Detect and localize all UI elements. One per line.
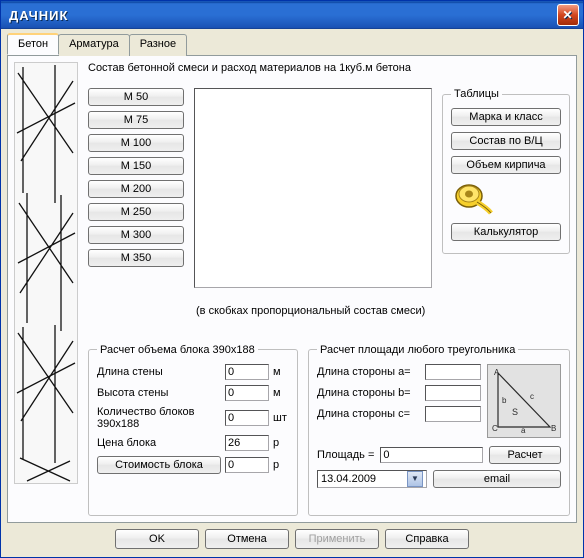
- ok-button[interactable]: OK: [115, 529, 199, 549]
- unit-rub: р: [273, 437, 289, 449]
- water-cement-button[interactable]: Состав по В/Ц: [451, 132, 561, 150]
- window-title: ДАЧНИК: [5, 8, 557, 23]
- wall-length-label: Длина стены: [97, 366, 221, 378]
- tabs: Бетон Арматура Разное: [7, 33, 577, 56]
- block-price-label: Цена блока: [97, 437, 221, 449]
- unit-m: м: [273, 366, 289, 378]
- svg-text:S: S: [512, 407, 518, 417]
- wall-height-label: Высота стены: [97, 387, 221, 399]
- chevron-down-icon: ▼: [407, 471, 423, 487]
- grade-buttons-column: М 50 М 75 М 100 М 150 М 200 М 250 М 300 М 350: [88, 88, 184, 299]
- close-button[interactable]: ✕: [557, 4, 579, 26]
- block-legend: Расчет объема блока 390x188: [97, 344, 258, 356]
- wall-length-input[interactable]: [225, 364, 269, 380]
- tables-group: Таблицы Марка и класс Состав по В/Ц Объе…: [442, 88, 570, 254]
- tables-legend: Таблицы: [451, 88, 502, 100]
- grade-button-м150[interactable]: М 150: [88, 157, 184, 175]
- triangle-area-group: Расчет площади любого треугольника A B C…: [308, 344, 570, 516]
- cancel-button[interactable]: Отмена: [205, 529, 289, 549]
- side-a-label: Длина стороны a=: [317, 366, 421, 378]
- headline: Состав бетонной смеси и расход материало…: [88, 62, 570, 84]
- triangle-diagram: A B C b c a S: [487, 364, 561, 438]
- decorative-side-image: [14, 62, 78, 484]
- lower-area: Расчет объема блока 390x188 Длина стены …: [88, 344, 570, 516]
- triangle-calc-button[interactable]: Расчет: [489, 446, 561, 464]
- date-value: 13.04.2009: [321, 473, 376, 485]
- svg-text:C: C: [492, 424, 498, 433]
- side-a-input[interactable]: [425, 364, 481, 380]
- calculator-button[interactable]: Калькулятор: [451, 223, 561, 241]
- area-output[interactable]: [380, 447, 483, 463]
- grade-button-м350[interactable]: М 350: [88, 249, 184, 267]
- unit-rub2: р: [273, 459, 289, 471]
- brand-class-button[interactable]: Марка и класс: [451, 108, 561, 126]
- date-picker[interactable]: 13.04.2009 ▼: [317, 470, 427, 488]
- tab-misc[interactable]: Разное: [129, 34, 187, 56]
- svg-text:B: B: [551, 424, 556, 433]
- mix-output-textarea[interactable]: [194, 88, 432, 288]
- right-column: Таблицы Марка и класс Состав по В/Ц Объе…: [442, 88, 570, 299]
- svg-text:b: b: [502, 396, 507, 405]
- block-price-input[interactable]: [225, 435, 269, 451]
- block-qty-input[interactable]: [225, 410, 269, 426]
- apply-button[interactable]: Применить: [295, 529, 379, 549]
- brick-volume-button[interactable]: Объем кирпича: [451, 156, 561, 174]
- grade-button-м250[interactable]: М 250: [88, 203, 184, 221]
- block-volume-group: Расчет объема блока 390x188 Длина стены …: [88, 344, 298, 516]
- grade-button-м300[interactable]: М 300: [88, 226, 184, 244]
- email-button[interactable]: email: [433, 470, 561, 488]
- help-button[interactable]: Справка: [385, 529, 469, 549]
- area-label: Площадь =: [317, 449, 374, 461]
- tape-measure-icon: [451, 180, 561, 219]
- tab-rebar[interactable]: Арматура: [58, 34, 130, 56]
- side-c-label: Длина стороны c=: [317, 408, 421, 420]
- triangle-legend: Расчет площади любого треугольника: [317, 344, 518, 356]
- titlebar: ДАЧНИК ✕: [1, 1, 583, 29]
- unit-pcs: шт: [273, 412, 289, 424]
- grade-button-м50[interactable]: М 50: [88, 88, 184, 106]
- side-c-input[interactable]: [425, 406, 481, 422]
- wall-height-input[interactable]: [225, 385, 269, 401]
- svg-text:a: a: [521, 426, 526, 435]
- app-window: ДАЧНИК ✕ Бетон Арматура Разное: [0, 0, 584, 558]
- top-area: Состав бетонной смеси и расход материало…: [88, 62, 570, 299]
- svg-text:c: c: [530, 392, 534, 401]
- block-cost-output[interactable]: [225, 457, 269, 473]
- grade-button-м100[interactable]: М 100: [88, 134, 184, 152]
- tabpanel-concrete: Состав бетонной смеси и расход материало…: [7, 55, 577, 523]
- block-qty-label: Количество блоков 390x188: [97, 406, 221, 430]
- grade-button-м200[interactable]: М 200: [88, 180, 184, 198]
- dialog-buttons: OK Отмена Применить Справка: [7, 523, 577, 551]
- unit-m2: м: [273, 387, 289, 399]
- svg-text:A: A: [494, 368, 500, 377]
- footnote: (в скобках пропорциональный состав смеси…: [196, 305, 570, 338]
- grade-button-м75[interactable]: М 75: [88, 111, 184, 129]
- side-b-input[interactable]: [425, 385, 481, 401]
- tab-concrete[interactable]: Бетон: [7, 33, 59, 55]
- side-b-label: Длина стороны b=: [317, 387, 421, 399]
- block-cost-button[interactable]: Стоимость блока: [97, 456, 221, 474]
- client-area: Бетон Арматура Разное Состав бетонной см…: [1, 29, 583, 557]
